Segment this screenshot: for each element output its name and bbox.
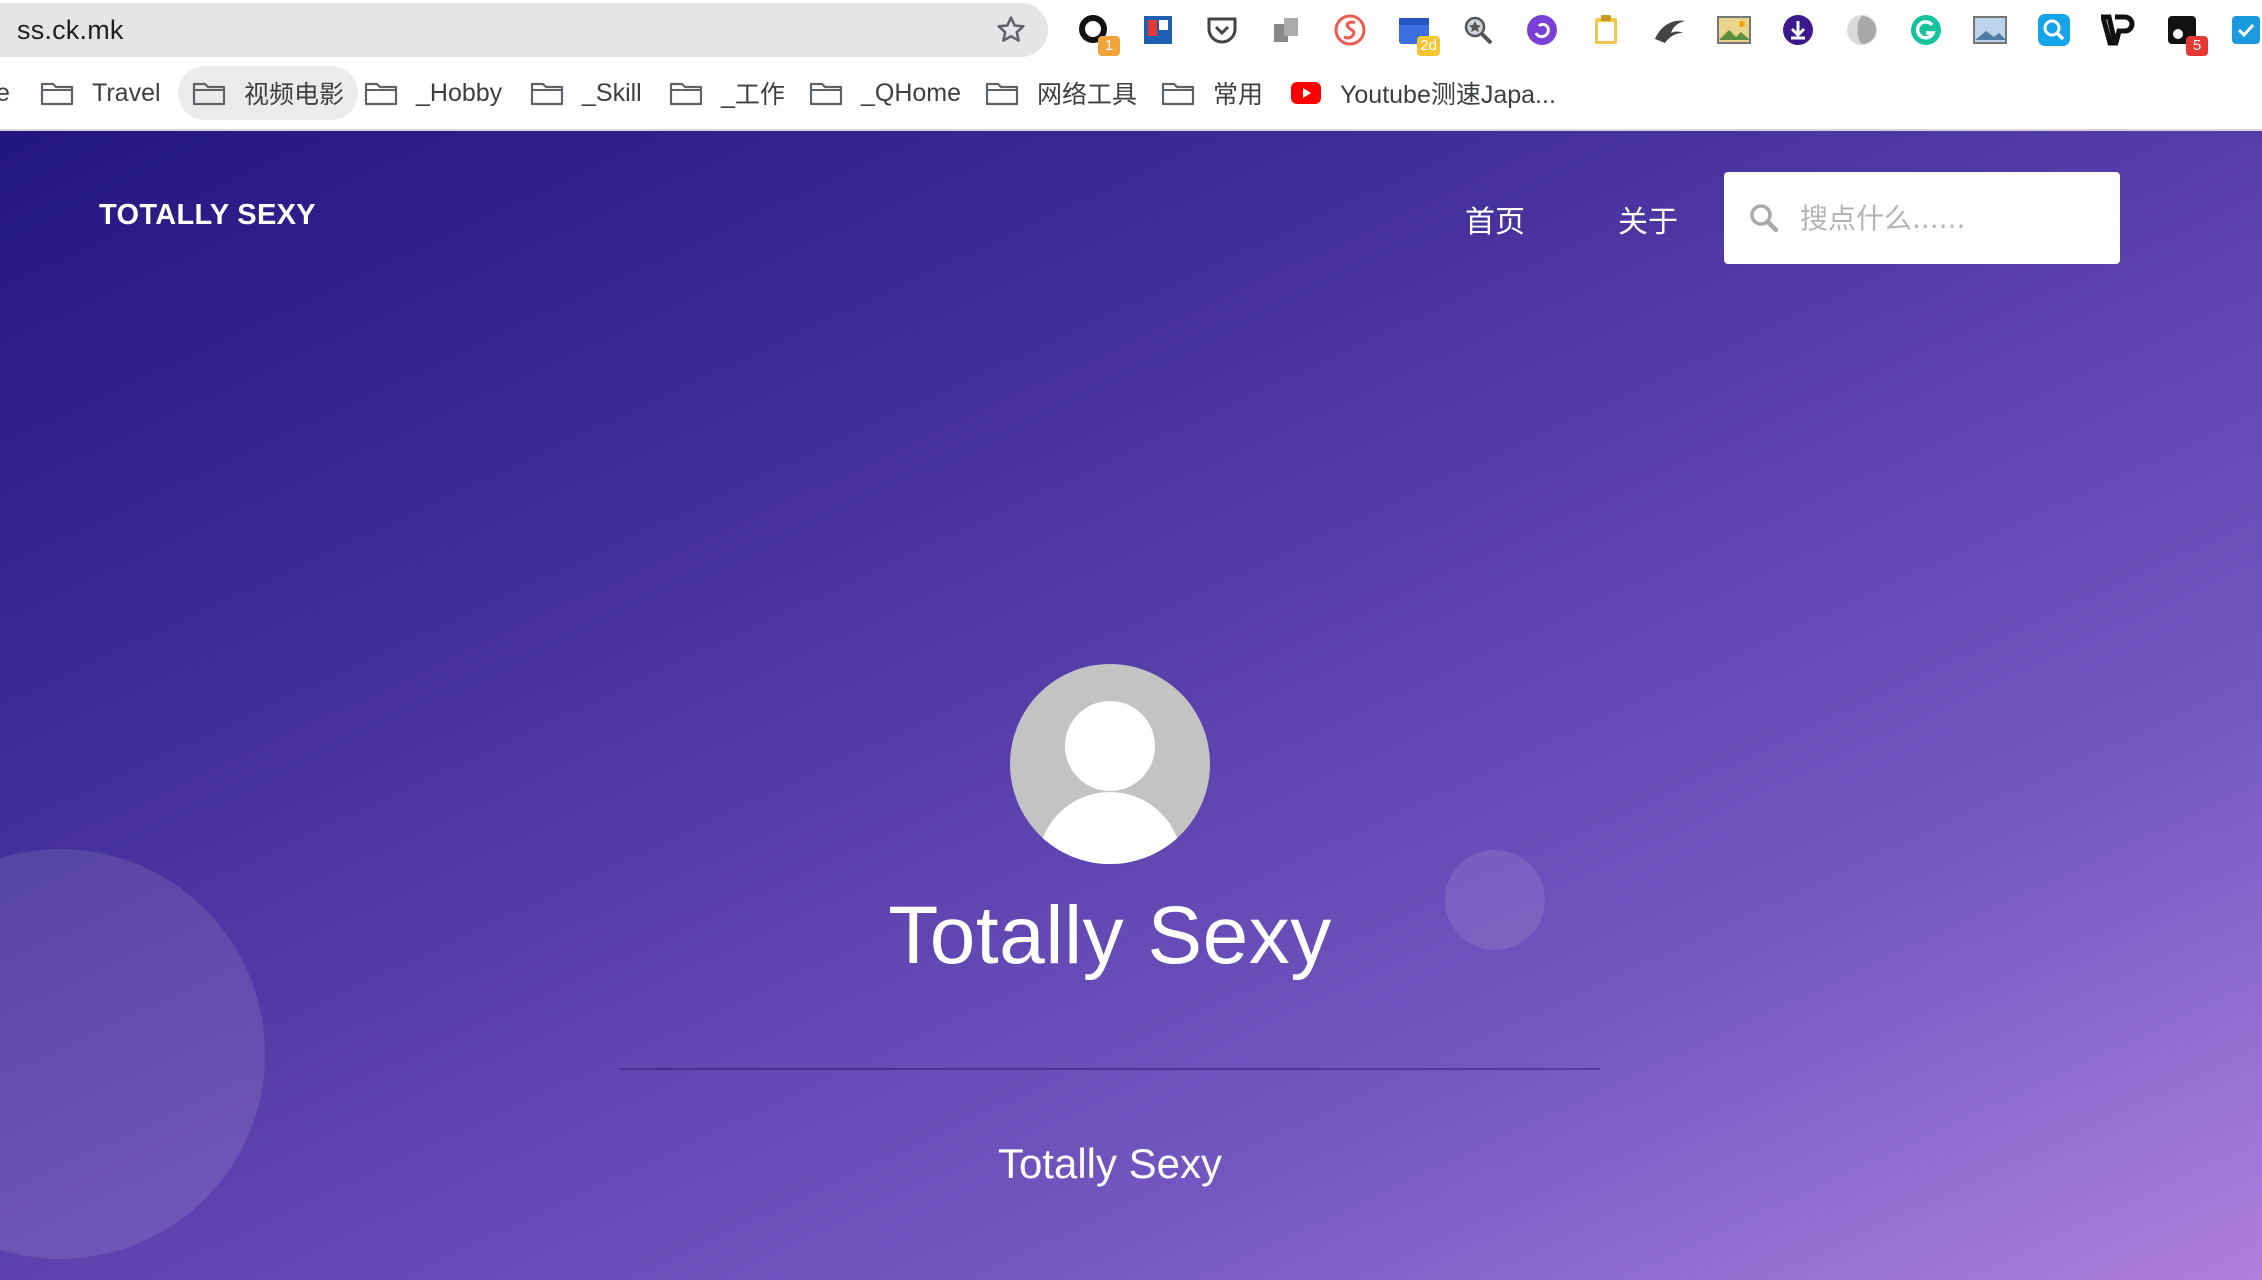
bookmark-common[interactable]: 常用 (1161, 66, 1263, 120)
bookmark-label: _QHome (861, 78, 962, 107)
ext-badge: 5 (2186, 36, 2208, 56)
browser-chrome: ss.ck.mk 1 2d 5 e Travel 视频电影 _Hobby _Sk… (0, 0, 2262, 131)
bookmark-label: _Skill (582, 78, 642, 107)
bookmarks-bar: Travel 视频电影 _Hobby _Skill _工作 _QHome 网络工… (0, 66, 2262, 120)
bookmark-skill[interactable]: _Skill (530, 66, 642, 120)
bookmark-qhome[interactable]: _QHome (809, 66, 961, 120)
user-placeholder-icon (1010, 664, 1210, 864)
search-box[interactable] (1724, 172, 2120, 264)
ext-o-icon[interactable]: 1 (1076, 12, 1120, 56)
ext-copy-icon[interactable] (1268, 12, 1304, 48)
ext-image-icon[interactable] (1716, 12, 1752, 48)
bookmark-label: _Hobby (416, 78, 503, 107)
bookmark-travel[interactable]: Travel (40, 66, 161, 120)
ext-grammarly-icon[interactable] (1908, 12, 1944, 48)
folder-icon (985, 80, 1019, 106)
divider (620, 1068, 1600, 1070)
site-title: Totally Sexy (888, 890, 1332, 981)
bookmark-star-icon[interactable] (994, 13, 1028, 47)
url-text[interactable]: ss.ck.mk (17, 15, 124, 46)
bookmark-videos[interactable]: 视频电影 (178, 66, 359, 120)
ext-grey-swirl-icon[interactable] (1844, 12, 1880, 48)
ext-calendar-icon[interactable]: 2d (1396, 12, 1440, 56)
ext-pocket-icon[interactable] (1204, 12, 1240, 48)
bookmark-network-tools[interactable]: 网络工具 (985, 66, 1137, 120)
search-input[interactable] (1798, 190, 2098, 246)
bookmark-label: 网络工具 (1037, 81, 1138, 109)
ext-bird-icon[interactable] (1652, 12, 1688, 48)
search-icon (1750, 204, 1779, 233)
folder-icon (192, 80, 226, 106)
ext-shield-s-icon[interactable] (1332, 12, 1368, 48)
avatar (1010, 664, 1210, 864)
hero-section: TOTALLY SEXY 首页 关于 Totally Sexy Totally … (0, 131, 2262, 1280)
folder-icon (809, 80, 843, 106)
bookmark-label: 视频电影 (244, 81, 345, 109)
nav-about-link[interactable]: 关于 (1618, 197, 1678, 241)
ext-download-icon[interactable] (1780, 12, 1816, 48)
folder-icon (364, 80, 398, 106)
ext-purple-circle-icon[interactable] (1524, 12, 1560, 48)
folder-icon (1161, 80, 1195, 106)
site-brand-link[interactable]: TOTALLY SEXY (99, 199, 316, 232)
bookmark-hobby[interactable]: _Hobby (364, 66, 502, 120)
bookmark-work[interactable]: _工作 (669, 66, 785, 120)
bookmark-label: 常用 (1213, 81, 1264, 109)
ext-magnifier-star-icon[interactable] (1460, 12, 1496, 48)
ext-search-blue-icon[interactable] (2036, 12, 2072, 48)
ext-badge: 1 (1098, 36, 1120, 56)
ext-clipboard-icon[interactable] (1588, 12, 1624, 48)
ext-landscape-icon[interactable] (1972, 12, 2008, 48)
bookmark-youtube[interactable]: Youtube测速Japa... (1290, 66, 1556, 120)
bookmark-label: _工作 (721, 81, 785, 109)
ext-vp-icon[interactable] (2100, 12, 2136, 48)
site-subtitle: Totally Sexy (997, 1140, 1223, 1187)
nav-home-link[interactable]: 首页 (1465, 197, 1525, 241)
ext-black-square-icon[interactable]: 5 (2164, 12, 2208, 56)
folder-icon (40, 80, 74, 106)
ext-badge: 2d (1417, 36, 1440, 56)
folder-icon (530, 80, 564, 106)
address-bar[interactable]: ss.ck.mk (0, 3, 1048, 57)
youtube-icon (1290, 81, 1322, 105)
bookmark-label: Youtube测速Japa... (1340, 81, 1556, 109)
extension-toolbar: 1 2d 5 (1070, 8, 2262, 56)
folder-icon (669, 80, 703, 106)
ext-check-icon[interactable] (2228, 12, 2262, 48)
ext-trello-icon[interactable] (1140, 12, 1176, 48)
bookmark-label: Travel (92, 78, 161, 107)
